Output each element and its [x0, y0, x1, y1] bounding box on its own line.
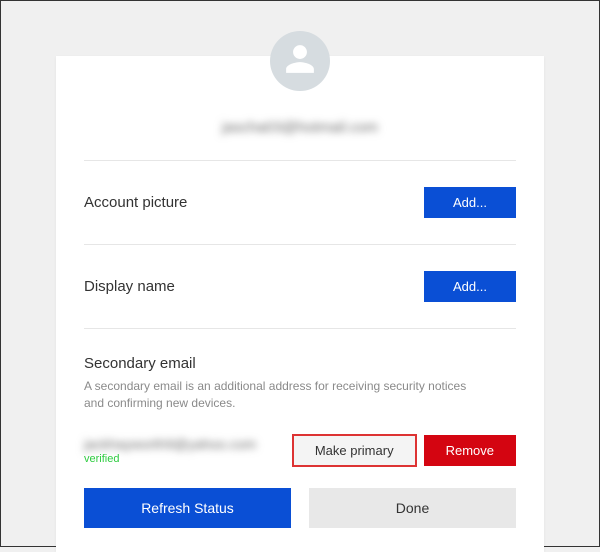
secondary-email-title: Secondary email: [84, 355, 516, 372]
account-card: jascha03@hotmail.com Account picture Add…: [56, 56, 544, 552]
verified-status: verified: [84, 453, 285, 465]
avatar-container: [84, 31, 516, 91]
account-picture-row: Account picture Add...: [84, 161, 516, 245]
primary-email: jascha03@hotmail.com: [84, 101, 516, 154]
bottom-actions: Refresh Status Done: [84, 488, 516, 528]
secondary-email-row: jackhayworth9@yahoo.com verified Make pr…: [84, 435, 516, 466]
display-name-label: Display name: [84, 278, 175, 295]
secondary-email-value: jackhayworth9@yahoo.com: [84, 436, 285, 452]
make-primary-button[interactable]: Make primary: [293, 435, 416, 466]
add-display-name-button[interactable]: Add...: [424, 271, 516, 302]
display-name-row: Display name Add...: [84, 245, 516, 329]
account-picture-label: Account picture: [84, 194, 187, 211]
add-picture-button[interactable]: Add...: [424, 187, 516, 218]
remove-button[interactable]: Remove: [424, 435, 516, 466]
done-button[interactable]: Done: [309, 488, 516, 528]
person-icon: [283, 42, 317, 81]
secondary-email-info: jackhayworth9@yahoo.com verified: [84, 436, 285, 465]
secondary-email-description: A secondary email is an additional addre…: [84, 378, 484, 413]
avatar-placeholder: [270, 31, 330, 91]
refresh-status-button[interactable]: Refresh Status: [84, 488, 291, 528]
